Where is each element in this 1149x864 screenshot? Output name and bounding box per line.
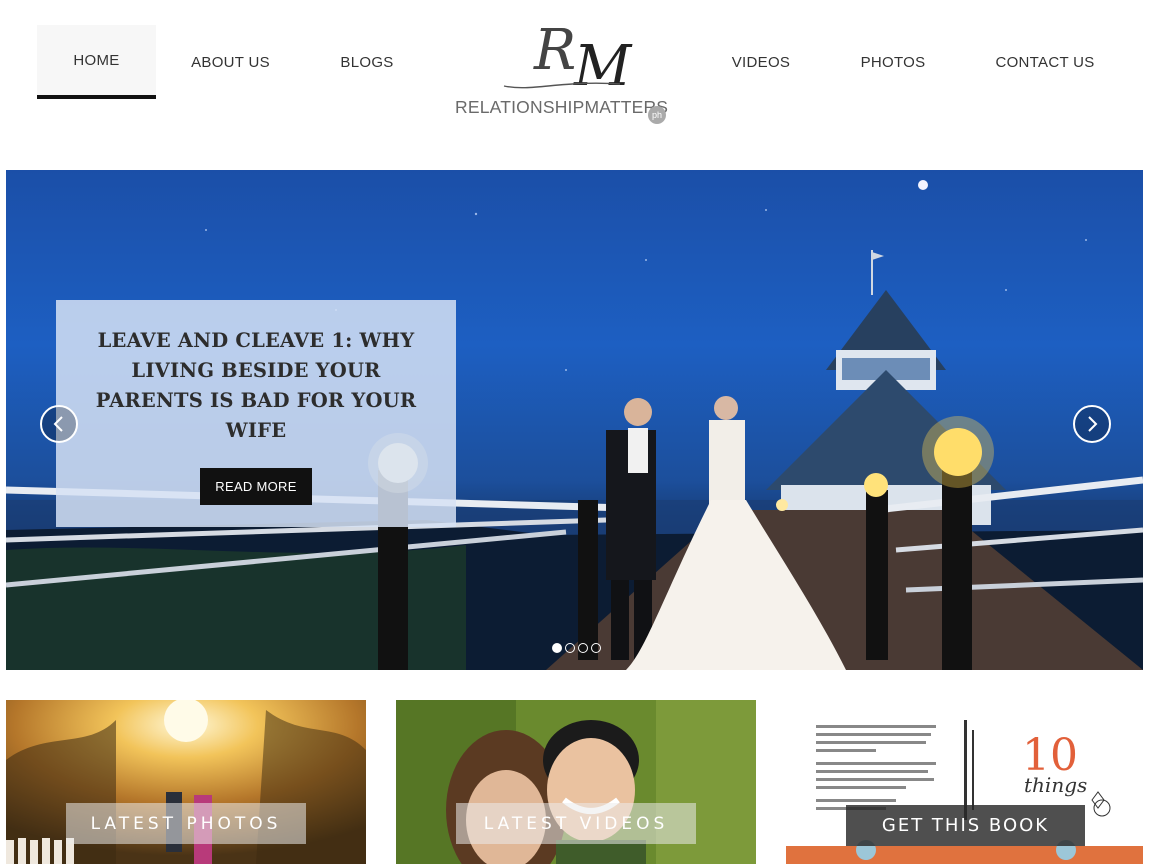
nav-photos[interactable]: PHOTOS (850, 25, 936, 99)
nav-videos[interactable]: VIDEOS (722, 25, 800, 99)
svg-text:things: things (1024, 773, 1087, 797)
hero-slider: LEAVE AND CLEAVE 1: WHY LIVING BESIDE YO… (6, 170, 1143, 670)
latest-videos-label: LATEST VIDEOS (456, 803, 696, 844)
slide-caption: LEAVE AND CLEAVE 1: WHY LIVING BESIDE YO… (56, 300, 456, 527)
nav-home-label: HOME (73, 51, 120, 69)
slider-next-button[interactable] (1073, 405, 1111, 443)
nav-blogs-label: BLOGS (340, 53, 394, 71)
slider-dot-3[interactable] (578, 643, 588, 653)
read-more-button[interactable]: READ MORE (200, 468, 312, 505)
latest-photos-tile[interactable]: LATEST PHOTOS (6, 700, 366, 864)
logo-monogram-r: R (534, 18, 576, 83)
nav-contact-us[interactable]: CONTACT US (985, 25, 1105, 99)
nav-videos-label: VIDEOS (731, 53, 791, 71)
nav-photos-label: PHOTOS (860, 53, 926, 71)
get-this-book-tile[interactable]: 10 things GET THIS BOOK (786, 700, 1143, 864)
site-logo[interactable]: R M RELATIONSHIPMATTERS ph (452, 18, 672, 130)
site-header: HOME ABOUT US BLOGS R M RELATIONSHIPMATT… (0, 0, 1149, 170)
slider-prev-button[interactable] (40, 405, 78, 443)
chevron-right-icon (1088, 416, 1098, 432)
slide-title[interactable]: LEAVE AND CLEAVE 1: WHY LIVING BESIDE YO… (76, 326, 436, 446)
latest-videos-tile[interactable]: LATEST VIDEOS (396, 700, 756, 864)
slider-pagination (552, 643, 601, 653)
latest-photos-label: LATEST PHOTOS (66, 803, 306, 844)
nav-blogs[interactable]: BLOGS (330, 25, 404, 99)
slider-dot-1[interactable] (552, 643, 562, 653)
chevron-left-icon (53, 416, 63, 432)
get-this-book-label: GET THIS BOOK (846, 805, 1085, 846)
logo-wordmark: RELATIONSHIPMATTERS (455, 97, 669, 117)
logo-swirl (503, 82, 621, 89)
nav-home[interactable]: HOME (37, 25, 156, 99)
slider-dot-2[interactable] (565, 643, 575, 653)
slider-dot-4[interactable] (591, 643, 601, 653)
nav-about-us-label: ABOUT US (191, 53, 270, 71)
nav-about-us[interactable]: ABOUT US (180, 25, 281, 99)
nav-contact-us-label: CONTACT US (995, 53, 1095, 71)
logo-badge: ph (648, 106, 666, 124)
